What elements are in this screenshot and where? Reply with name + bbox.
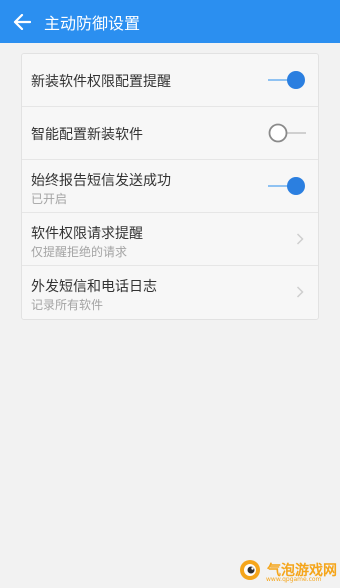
setting-row-outgoing-sms-call-log[interactable]: 外发短信和电话日志 记录所有软件: [22, 266, 318, 319]
setting-row-smart-configure-new-apps[interactable]: 智能配置新装软件: [22, 107, 318, 160]
setting-row-sms-sent-report[interactable]: 始终报告短信发送成功 已开启: [22, 160, 318, 213]
toggle-switch-on[interactable]: [268, 70, 306, 90]
setting-row-new-app-permission-reminder[interactable]: 新装软件权限配置提醒: [22, 54, 318, 107]
page-title: 主动防御设置: [44, 13, 141, 33]
setting-subtitle: 已开启: [31, 192, 68, 206]
back-arrow-icon: [13, 13, 31, 30]
setting-title: 始终报告短信发送成功: [31, 173, 171, 189]
chevron-right-icon: [296, 233, 304, 245]
watermark-url: www.qpgame.com: [266, 576, 322, 583]
toggle-switch-on[interactable]: [268, 176, 306, 196]
setting-subtitle: 记录所有软件: [31, 298, 104, 312]
setting-title: 软件权限请求提醒: [31, 226, 143, 242]
toggle-switch-off[interactable]: [268, 123, 306, 143]
settings-card: 新装软件权限配置提醒 智能配置新装软件 始终报告短信发送成功 已开启 软件权限请…: [21, 53, 319, 320]
setting-subtitle: 仅提醒拒绝的请求: [31, 245, 128, 259]
setting-title: 外发短信和电话日志: [31, 279, 157, 295]
back-button[interactable]: [2, 0, 42, 43]
app-header: 主动防御设置: [0, 0, 340, 43]
watermark-logo: 气泡游戏网 www.qpgame.com: [238, 556, 337, 584]
setting-row-permission-request-reminder[interactable]: 软件权限请求提醒 仅提醒拒绝的请求: [22, 213, 318, 266]
setting-title: 智能配置新装软件: [31, 127, 143, 143]
bubble-logo-icon: [240, 560, 260, 580]
setting-title: 新装软件权限配置提醒: [31, 74, 171, 90]
chevron-right-icon: [296, 286, 304, 298]
